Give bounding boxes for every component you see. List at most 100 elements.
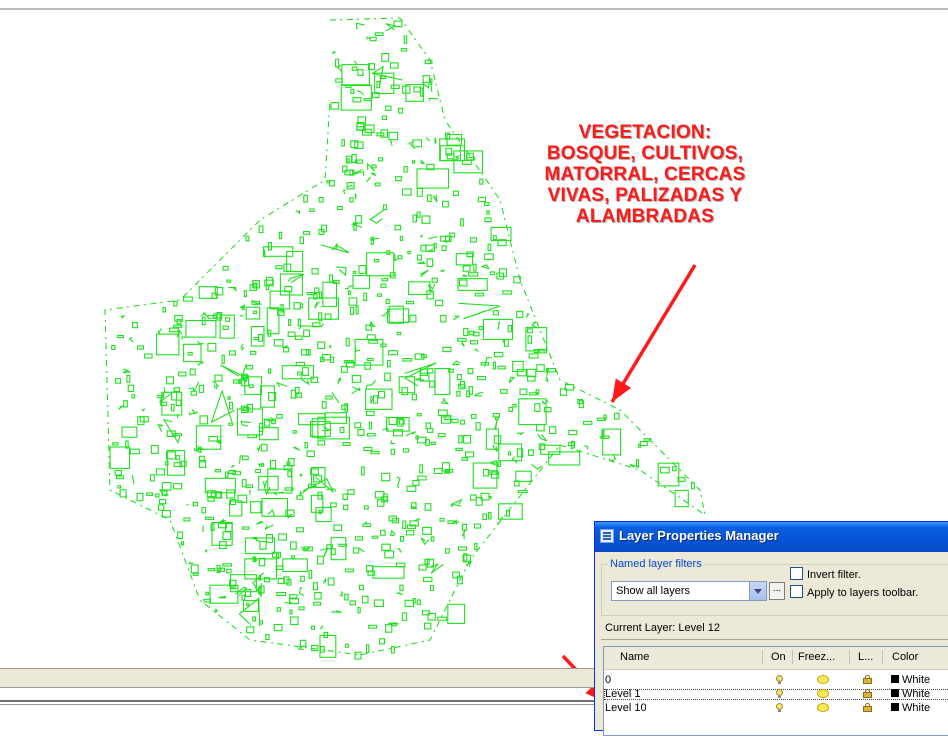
vegetation-patch <box>315 288 319 293</box>
vegetation-patch <box>318 556 324 564</box>
vegetation-patch <box>403 521 406 528</box>
vegetation-patch <box>277 554 279 559</box>
vegetation-patch <box>379 158 383 161</box>
vegetation-patch <box>401 49 406 51</box>
command-line-bar[interactable] <box>0 668 600 688</box>
vegetation-patch <box>389 132 398 139</box>
lightbulb-icon[interactable] <box>776 675 783 684</box>
vegetation-patch <box>179 372 186 376</box>
vegetation-patch <box>189 562 193 564</box>
vegetation-patch <box>266 635 269 640</box>
chevron-down-icon[interactable] <box>749 582 766 600</box>
vegetation-patch <box>145 354 152 358</box>
sun-icon[interactable] <box>817 689 829 698</box>
vegetation-patch <box>406 531 413 535</box>
vegetation-patch <box>289 320 291 326</box>
vegetation-annotation: VEGETACION: BOSQUE, CULTIVOS, MATORRAL, … <box>520 122 770 227</box>
apply-toolbar-checkbox[interactable]: Apply to layers toolbar. <box>790 585 918 599</box>
vegetation-patch <box>443 347 451 351</box>
column-freeze[interactable]: Freez... <box>798 651 835 663</box>
vegetation-patch <box>370 37 376 41</box>
dialog-titlebar[interactable]: Layer Properties Manager <box>595 522 948 552</box>
vegetation-patch <box>320 548 328 557</box>
vegetation-patch <box>380 639 385 644</box>
vegetation-patch <box>640 442 647 446</box>
vegetation-patch <box>475 544 477 550</box>
vegetation-patch <box>184 297 193 301</box>
vegetation-patch <box>300 304 302 308</box>
layer-row[interactable]: 0 White <box>604 675 948 686</box>
vegetation-patch <box>336 59 339 66</box>
lightbulb-icon[interactable] <box>776 703 783 712</box>
vegetation-patch <box>333 244 338 250</box>
vegetation-patch <box>251 502 261 513</box>
color-swatch[interactable] <box>891 675 899 683</box>
vegetation-patch <box>212 381 219 386</box>
vegetation-patch <box>377 133 384 136</box>
vegetation-patch <box>443 201 449 207</box>
vegetation-patch <box>517 370 526 376</box>
vegetation-patch <box>227 569 231 573</box>
vegetation-patch <box>417 212 420 217</box>
vegetation-patch <box>391 85 399 88</box>
vegetation-patch <box>182 542 184 545</box>
vegetation-patch <box>193 573 198 575</box>
vegetation-patch <box>409 142 415 149</box>
sun-icon[interactable] <box>817 703 829 712</box>
vegetation-patch <box>294 303 300 309</box>
column-lock[interactable]: L... <box>858 651 873 663</box>
vegetation-patch <box>362 596 368 603</box>
vegetation-patch <box>497 517 503 523</box>
vegetation-patch <box>456 448 462 450</box>
invert-filter-checkbox[interactable]: Invert filter. <box>790 567 861 581</box>
vegetation-patch <box>519 399 546 425</box>
vegetation-patch <box>300 237 303 243</box>
checkbox-box[interactable] <box>790 567 803 580</box>
lightbulb-icon[interactable] <box>776 689 783 698</box>
vegetation-patch <box>372 536 377 538</box>
vegetation-patch <box>408 251 410 253</box>
vegetation-patch <box>316 508 331 522</box>
padlock-icon[interactable] <box>863 689 872 698</box>
column-color[interactable]: Color <box>892 651 918 663</box>
layer-row[interactable]: Level 1 White <box>604 689 948 700</box>
sun-icon[interactable] <box>817 675 829 684</box>
checkbox-box[interactable] <box>790 585 803 598</box>
vegetation-patch <box>367 358 373 360</box>
vegetation-patch <box>337 207 342 210</box>
layer-properties-dialog[interactable]: Layer Properties Manager Named layer fil… <box>594 521 948 731</box>
vegetation-patch <box>461 341 464 346</box>
color-swatch[interactable] <box>891 689 899 697</box>
vegetation-patch <box>451 503 453 507</box>
vegetation-patch <box>353 276 370 289</box>
vegetation-patch <box>407 486 416 491</box>
vegetation-patch <box>220 364 246 376</box>
layer-row[interactable]: Level 10 White <box>604 703 948 714</box>
vegetation-patch <box>417 188 422 196</box>
vegetation-patch <box>413 481 419 486</box>
padlock-icon[interactable] <box>863 675 872 684</box>
color-swatch[interactable] <box>891 703 899 711</box>
vegetation-patch <box>242 456 248 460</box>
vegetation-patch <box>212 391 235 422</box>
vegetation-patch <box>257 446 259 451</box>
vegetation-patch <box>349 291 351 295</box>
vegetation-patch <box>434 469 442 474</box>
layer-filter-select[interactable]: Show all layers <box>611 581 767 601</box>
vegetation-patch <box>427 259 433 267</box>
column-on[interactable]: On <box>771 651 786 663</box>
vegetation-patch <box>159 328 162 333</box>
vegetation-patch <box>118 486 121 488</box>
browse-filters-button[interactable]: ... <box>769 582 785 600</box>
vegetation-patch <box>223 564 232 566</box>
vegetation-patch <box>538 434 547 441</box>
vegetation-patch <box>130 449 139 454</box>
vegetation-patch <box>412 161 414 163</box>
column-name[interactable]: Name <box>620 651 649 663</box>
vegetation-patch <box>386 299 389 303</box>
vegetation-patch <box>358 608 360 613</box>
vegetation-patch <box>324 579 326 583</box>
padlock-icon[interactable] <box>863 703 872 712</box>
vegetation-patch <box>516 471 531 481</box>
vegetation-patch <box>223 326 228 329</box>
